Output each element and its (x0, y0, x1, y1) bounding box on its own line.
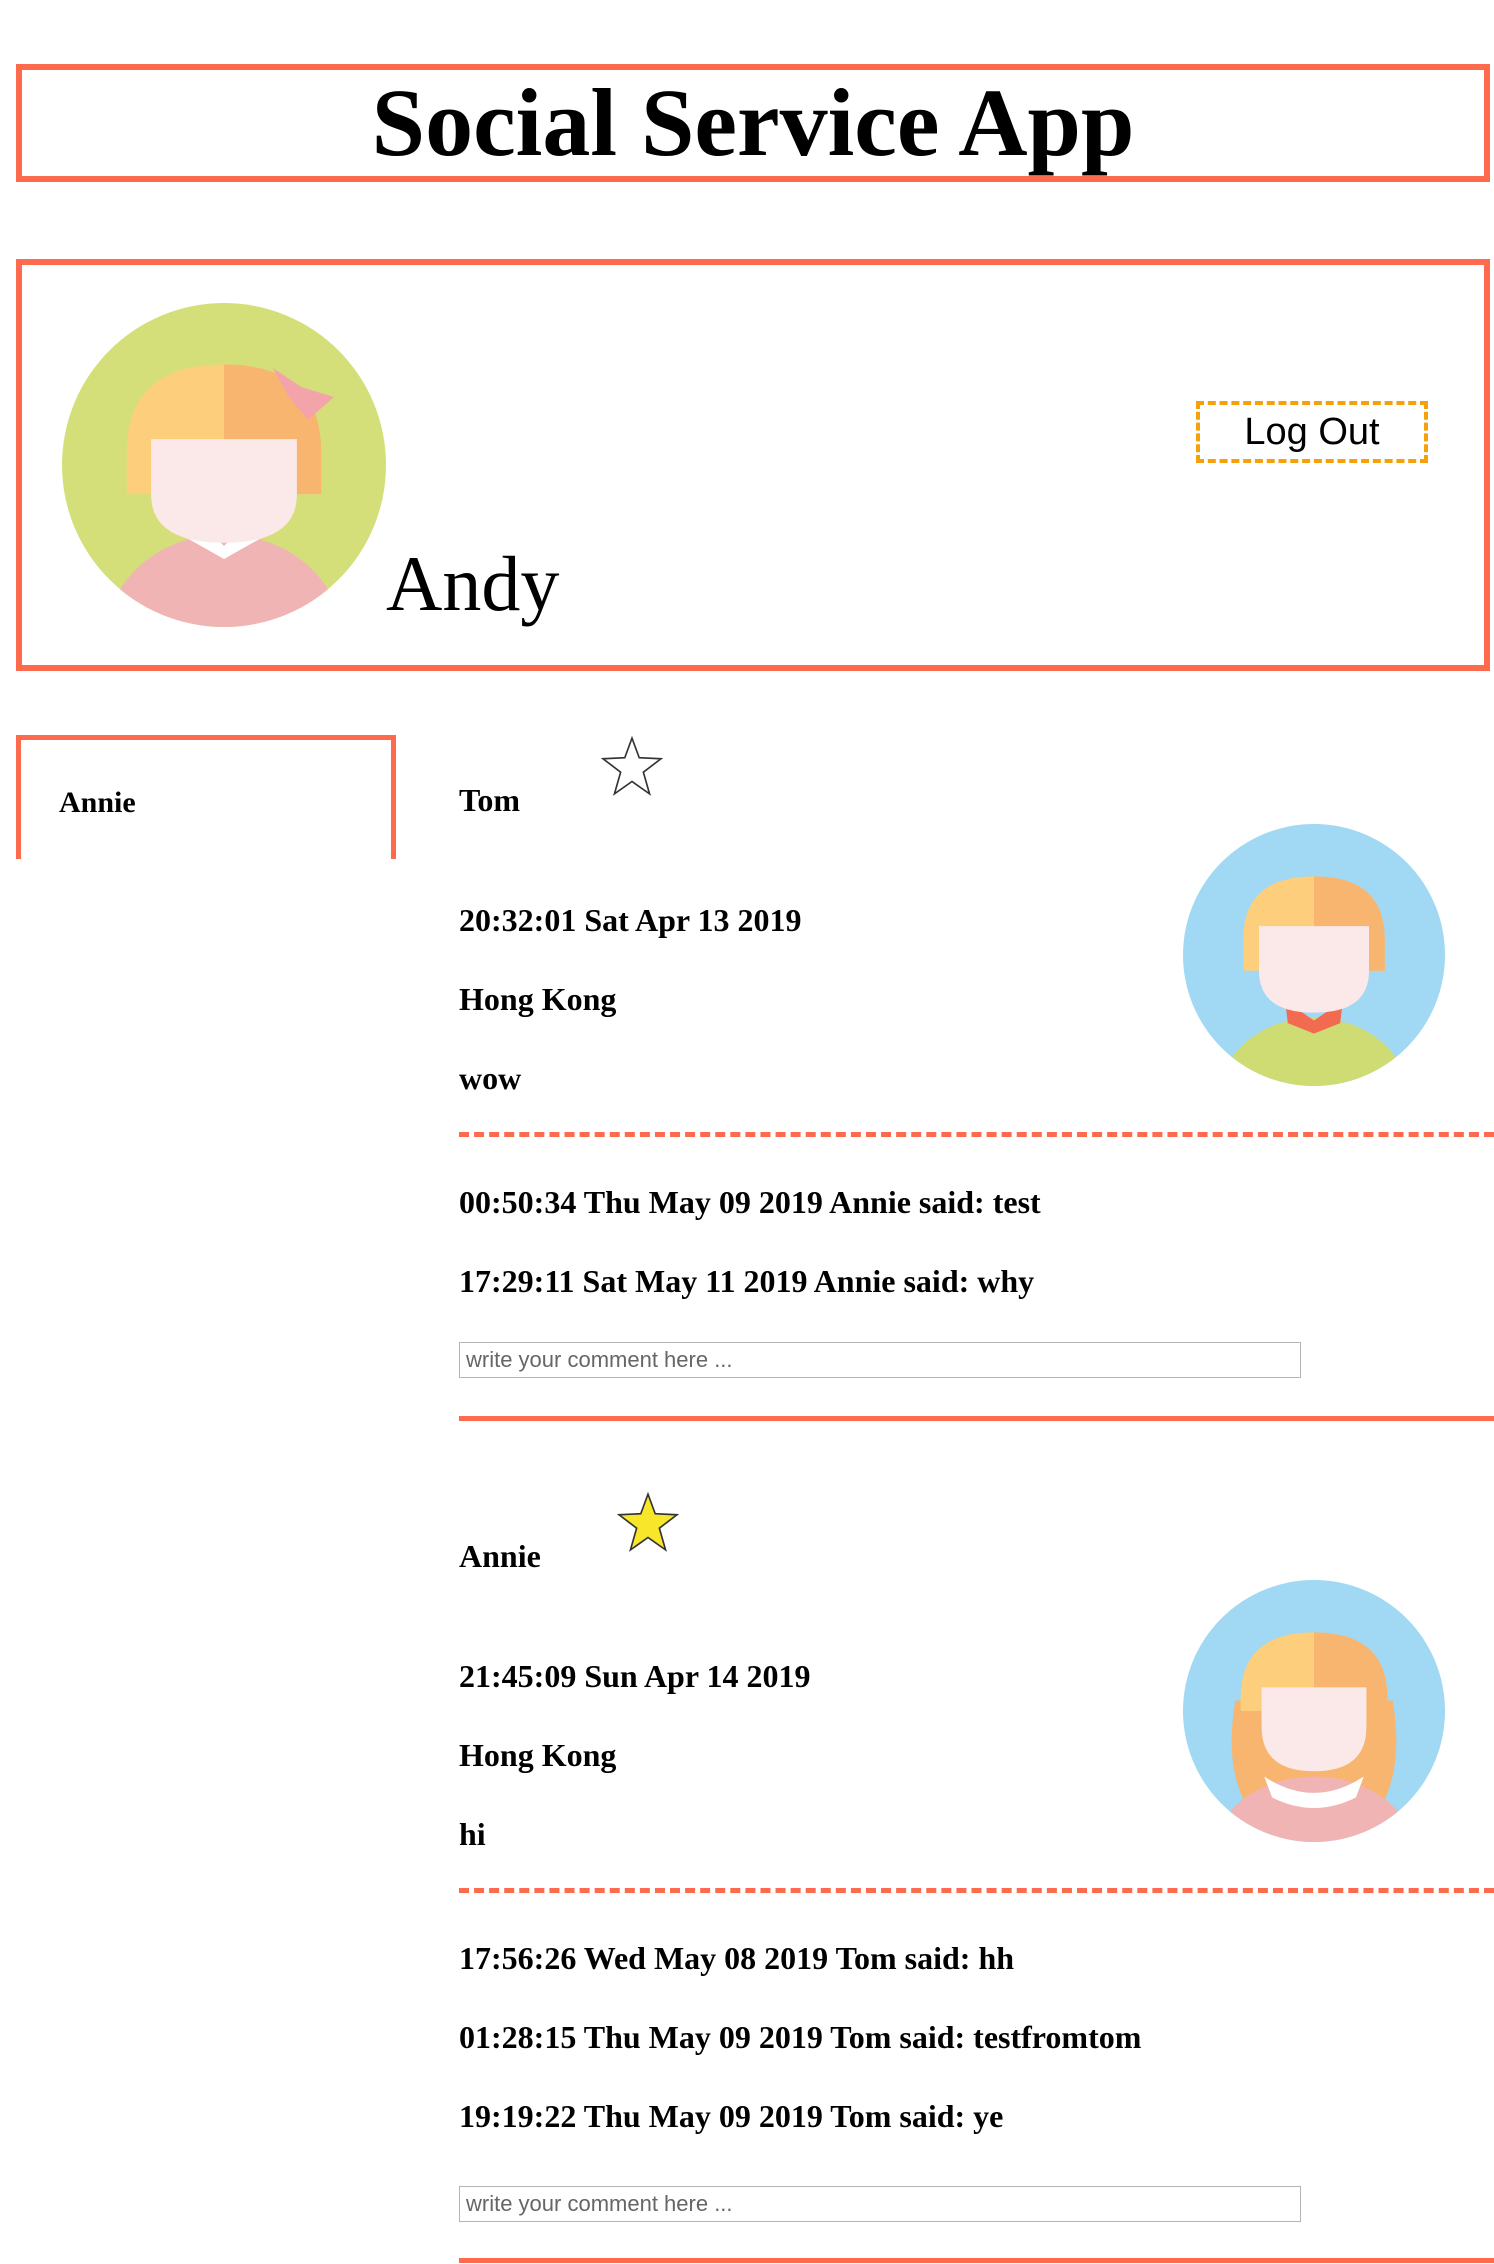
comment: 17:29:11 Sat May 11 2019 Annie said: why (459, 1263, 1035, 1299)
star-filled-icon[interactable] (617, 1492, 679, 1552)
comment: 01:28:15 Thu May 09 2019 Tom said: testf… (459, 2019, 1142, 2055)
comment: 17:56:26 Wed May 08 2019 Tom said: hh (459, 1940, 1015, 1976)
comment: 00:50:34 Thu May 09 2019 Annie said: tes… (459, 1184, 1041, 1220)
comment: 19:19:22 Thu May 09 2019 Tom said: ye (459, 2098, 1004, 2134)
comment-input[interactable] (459, 2186, 1301, 2222)
post-text: wow (459, 1060, 522, 1096)
logout-button[interactable]: Log Out (1196, 401, 1428, 463)
profile-name: Andy (386, 540, 560, 627)
sidebar: Annie (16, 735, 396, 859)
post-text: hi (459, 1816, 486, 1852)
post-timestamp: 21:45:09 Sun Apr 14 2019 (459, 1658, 811, 1694)
profile-avatar (62, 303, 386, 627)
post-card: Tom 20:32:01 Sat Apr 13 2019 Hong Kong w… (459, 730, 1494, 1430)
author-avatar (1183, 1580, 1445, 1842)
author-avatar (1183, 824, 1445, 1086)
post-author[interactable]: Annie (459, 1538, 541, 1575)
star-outline-icon[interactable] (601, 736, 663, 796)
post-location: Hong Kong (459, 1737, 617, 1773)
post-divider (459, 1416, 1494, 1421)
comment-input[interactable] (459, 1342, 1301, 1378)
comments-divider (459, 1888, 1494, 1893)
app-title: Social Service App (371, 69, 1135, 176)
profile-panel: Andy Log Out (16, 259, 1490, 671)
app-header: Social Service App (16, 64, 1490, 182)
post-card: Annie 21:45:09 Sun Apr 14 2019 Hong Kong… (459, 1486, 1494, 2264)
post-divider (459, 2258, 1494, 2263)
post-author[interactable]: Tom (459, 782, 520, 819)
post-location: Hong Kong (459, 981, 617, 1017)
sidebar-item-annie[interactable]: Annie (59, 786, 136, 820)
post-timestamp: 20:32:01 Sat Apr 13 2019 (459, 902, 802, 938)
comments-divider (459, 1132, 1494, 1137)
